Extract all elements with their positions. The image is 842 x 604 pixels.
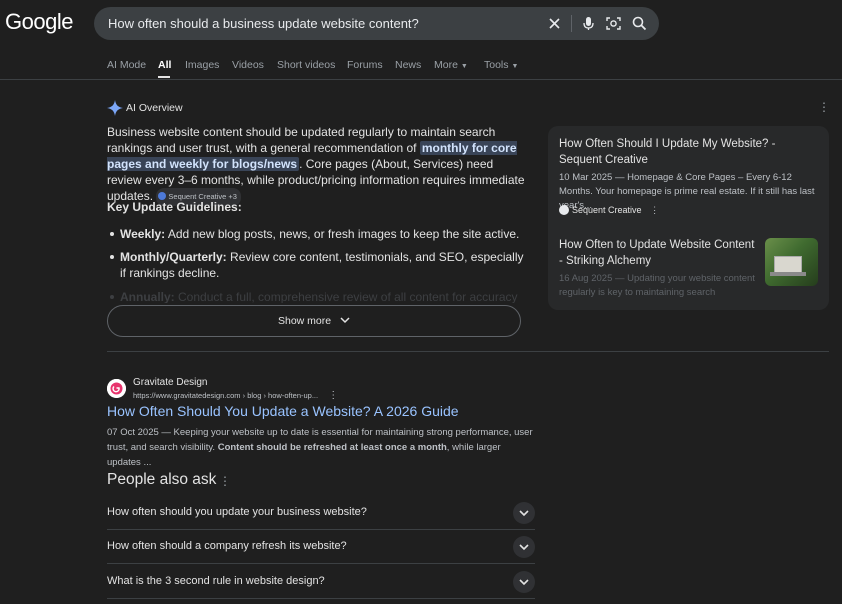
article-thumbnail[interactable] (765, 238, 818, 286)
more-options-icon[interactable]: ⋮ (650, 205, 659, 215)
caret-down-icon: ▼ (511, 63, 519, 70)
chevron-down-icon[interactable] (513, 571, 535, 593)
tab-more[interactable]: More ▼ (434, 59, 468, 71)
header-divider (0, 79, 842, 80)
tab-ai-mode[interactable]: AI Mode (107, 59, 146, 71)
bullet-label: Weekly: (120, 227, 166, 241)
search-tabs: AI Mode All Images Videos Short videos F… (107, 59, 547, 79)
caret-down-icon: ▼ (460, 63, 468, 70)
more-options-icon[interactable]: ⋮ (818, 100, 830, 114)
source-logo-icon (559, 205, 569, 215)
tab-news[interactable]: News (395, 59, 421, 71)
clear-icon[interactable] (545, 14, 564, 33)
result-url[interactable]: https://www.gravitatedesign.com › blog ›… (133, 390, 338, 401)
search-icon[interactable] (630, 14, 649, 33)
bullet-icon (110, 295, 114, 299)
source-card-title[interactable]: How Often to Update Website Content - St… (559, 237, 759, 269)
ai-overview-title: AI Overview (126, 102, 183, 114)
paa-question[interactable]: What is the 3 second rule in website des… (107, 565, 535, 599)
result-title-link[interactable]: How Often Should You Update a Website? A… (107, 403, 459, 419)
more-options-icon[interactable]: ⋮ (219, 474, 231, 488)
paa-question-text: How often should a company refresh its w… (107, 540, 347, 552)
list-item: Monthly/Quarterly: Review core content, … (107, 249, 527, 283)
key-guidelines-heading: Key Update Guidelines: (107, 200, 242, 214)
paa-question[interactable]: How often should a company refresh its w… (107, 530, 535, 564)
source-card-title[interactable]: How Often Should I Update My Website? - … (559, 136, 819, 168)
chevron-down-icon[interactable] (513, 536, 535, 558)
paa-question-text: How often should you update your busines… (107, 506, 367, 518)
result-snippet: 07 Oct 2025 — Keeping your website up to… (107, 425, 537, 470)
source-logo-icon (158, 192, 167, 200)
microphone-icon[interactable] (579, 14, 598, 33)
bullet-icon (110, 255, 114, 259)
sources-panel: How Often Should I Update My Website? - … (548, 126, 829, 310)
laptop-base (770, 272, 806, 276)
sparkle-icon (107, 100, 123, 116)
tab-short-videos[interactable]: Short videos (277, 59, 335, 71)
google-logo[interactable]: Google (5, 9, 73, 35)
bullet-label: Annually: (120, 290, 175, 303)
bullet-text: Conduct a full, comprehensive review of … (178, 290, 518, 303)
bullet-icon (110, 232, 114, 236)
section-divider (107, 351, 829, 352)
search-divider (571, 15, 572, 32)
search-input[interactable]: How often should a business update websi… (108, 16, 419, 31)
list-item: Annually: Conduct a full, comprehensive … (107, 289, 527, 303)
site-favicon[interactable] (107, 379, 126, 398)
tab-images[interactable]: Images (185, 59, 219, 71)
chevron-down-icon (340, 306, 350, 337)
show-more-label: Show more (277, 315, 332, 327)
ai-overview-summary: Business website content should be updat… (107, 124, 527, 206)
source-name: Sequent Creative (572, 205, 642, 215)
lens-icon[interactable] (604, 14, 623, 33)
more-options-icon[interactable]: ⋮ (328, 390, 338, 401)
bullet-label: Monthly/Quarterly: (120, 250, 227, 264)
result-site-name[interactable]: Gravitate Design (133, 377, 207, 388)
active-tab-indicator (158, 76, 170, 78)
list-item: Weekly: Add new blog posts, news, or fre… (107, 226, 527, 244)
tab-more-label: More (434, 59, 458, 71)
tab-all[interactable]: All (158, 59, 171, 71)
tab-tools-label: Tools (484, 59, 509, 71)
chevron-down-icon[interactable] (513, 502, 535, 524)
bullet-text: Add new blog posts, news, or fresh image… (165, 227, 520, 241)
paa-question[interactable]: How often should you update your busines… (107, 496, 535, 530)
source-card-source[interactable]: Sequent Creative ⋮ (559, 205, 659, 216)
people-also-ask-heading: People also ask (107, 471, 217, 488)
paa-question-text: What is the 3 second rule in website des… (107, 575, 325, 587)
tab-tools[interactable]: Tools ▼ (484, 59, 518, 71)
tab-forums[interactable]: Forums (347, 59, 383, 71)
snippet-emphasis: Content should be refreshed at least onc… (217, 442, 447, 453)
result-url-text: https://www.gravitatedesign.com › blog ›… (133, 391, 319, 400)
source-card-snippet: 16 Aug 2025 — Updating your website cont… (559, 273, 755, 298)
search-box[interactable]: How often should a business update websi… (94, 7, 659, 40)
show-more-button[interactable]: Show more (107, 305, 521, 337)
tab-videos[interactable]: Videos (232, 59, 264, 71)
